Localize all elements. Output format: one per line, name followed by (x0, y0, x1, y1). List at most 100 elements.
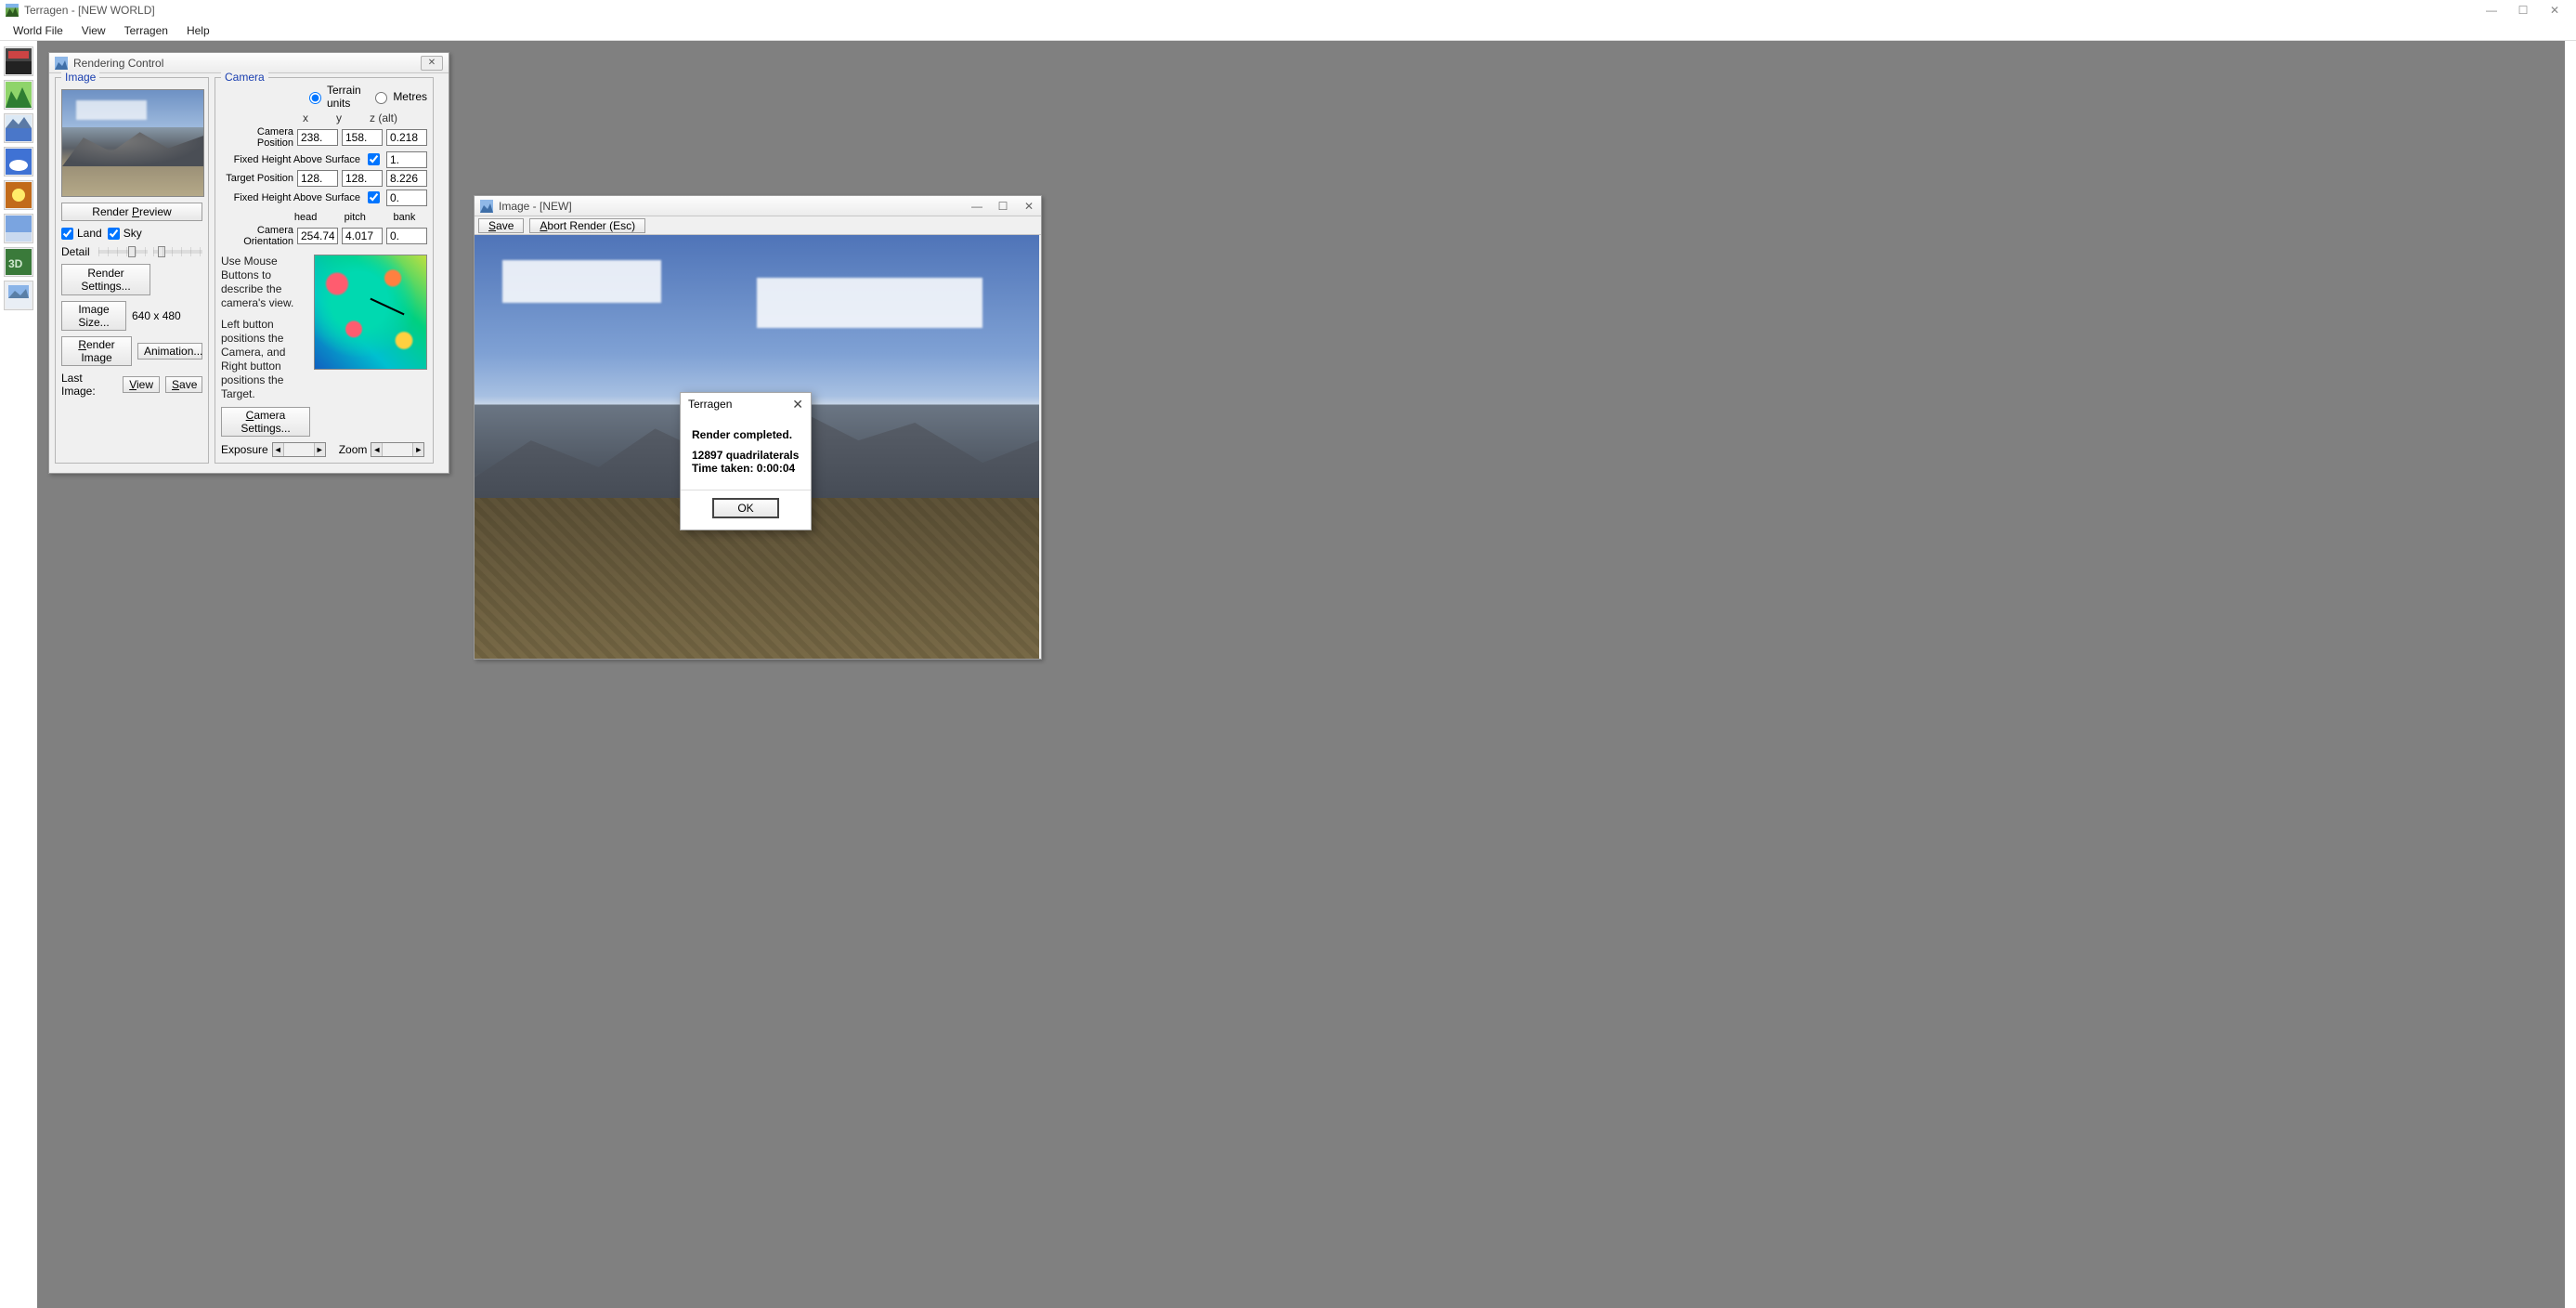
maximize-button[interactable]: ☐ (2507, 2, 2539, 19)
render-complete-dialog: Terragen ✕ Render completed. 12897 quadr… (680, 392, 812, 530)
atmosphere-icon[interactable] (4, 214, 33, 243)
image-size-value: 640 x 480 (132, 309, 181, 322)
detail-label: Detail (61, 245, 93, 258)
map-help-text-2: Left button positions the Camera, and Ri… (221, 318, 308, 401)
animation-button[interactable]: Animation... (137, 343, 202, 360)
land-checkbox[interactable]: Land (61, 227, 102, 240)
rendering-control-title: Rendering Control (73, 57, 163, 70)
rendering-control-close-icon[interactable]: ✕ (421, 56, 443, 71)
render-settings-button[interactable]: Render Settings... (61, 264, 150, 295)
camera-map[interactable] (314, 255, 427, 370)
head-label: head (283, 212, 329, 223)
abort-render-button[interactable]: Abort Render (Esc) (529, 218, 645, 233)
minimize-button[interactable]: — (2476, 2, 2507, 19)
detail-slider-2[interactable] (153, 250, 202, 254)
app-title: Terragen - [NEW WORLD] (24, 4, 155, 17)
image-groupbox: Image Render Preview Land Sky Detail Ren… (55, 77, 209, 464)
camera-orientation-label: Camera Orientation (221, 225, 293, 247)
dialog-message-1: Render completed. (692, 428, 800, 441)
sky-checkbox[interactable]: Sky (108, 227, 142, 240)
image-window-maximize-icon[interactable]: ☐ (996, 200, 1009, 213)
image-window-close-icon[interactable]: ✕ (1022, 200, 1035, 213)
render-preview-button[interactable]: Render Preview (61, 203, 202, 221)
camera-groupbox: Camera Terrain units Metres x y z (alt) … (215, 77, 434, 464)
axis-y-label: y (336, 111, 342, 124)
image-window-minimize-icon[interactable]: — (970, 200, 983, 213)
image-legend: Image (61, 71, 99, 84)
camera-settings-button[interactable]: Camera Settings... (221, 407, 310, 437)
map-help-text-1: Use Mouse Buttons to describe the camera… (221, 255, 308, 310)
left-arrow-icon[interactable]: ◄ (273, 443, 284, 456)
pitch-label: pitch (332, 212, 378, 223)
right-arrow-icon[interactable]: ► (314, 443, 325, 456)
menu-world-file[interactable]: World File (4, 22, 72, 39)
terrain-units-radio[interactable]: Terrain units (305, 84, 361, 110)
camera-legend: Camera (221, 71, 268, 84)
svg-text:3D: 3D (8, 257, 23, 270)
window-icon (55, 57, 68, 70)
orientation-head-input[interactable] (297, 228, 338, 244)
landscape-icon[interactable] (4, 80, 33, 110)
metres-radio[interactable]: Metres (371, 89, 427, 104)
clouds-icon[interactable] (4, 147, 33, 177)
menu-help[interactable]: Help (177, 22, 219, 39)
target-fixed-height-checkbox[interactable] (368, 191, 380, 203)
camera-pos-x-input[interactable] (297, 129, 338, 146)
camera-pos-y-input[interactable] (342, 129, 383, 146)
3d-preview-icon[interactable]: 3D (4, 247, 33, 277)
rendering-control-window: Rendering Control ✕ Image Render Preview… (48, 52, 449, 474)
exposure-label: Exposure (221, 443, 268, 456)
zoom-spinner[interactable]: ◄► (371, 442, 424, 457)
last-image-label: Last Image: (61, 372, 117, 398)
close-button[interactable]: ✕ (2539, 2, 2570, 19)
render-preview-thumbnail (61, 89, 204, 197)
left-arrow-icon[interactable]: ◄ (371, 443, 383, 456)
image-window-titlebar[interactable]: Image - [NEW] — ☐ ✕ (475, 196, 1041, 216)
dialog-ok-button[interactable]: OK (712, 498, 779, 518)
target-pos-y-input[interactable] (342, 170, 383, 187)
camera-fixed-height-label: Fixed Height Above Surface (221, 154, 360, 165)
last-image-view-button[interactable]: View (123, 376, 160, 393)
last-image-save-button[interactable]: Save (165, 376, 202, 393)
target-fixed-height-input[interactable] (386, 190, 427, 206)
zoom-label: Zoom (339, 443, 368, 456)
exposure-spinner[interactable]: ◄► (272, 442, 326, 457)
tool-palette: 3D (2, 45, 35, 312)
dialog-message-2: 12897 quadrilaterals (692, 449, 800, 462)
image-size-button[interactable]: Image Size... (61, 301, 126, 331)
app-logo-icon (6, 4, 19, 17)
orientation-pitch-input[interactable] (342, 228, 383, 244)
detail-slider-1[interactable] (98, 250, 148, 254)
image-save-button[interactable]: Save (478, 218, 524, 233)
render-image-button[interactable]: Render Image (61, 336, 132, 366)
dialog-message-3: Time taken: 0:00:04 (692, 462, 800, 475)
image-icon[interactable] (4, 281, 33, 310)
camera-fixed-height-checkbox[interactable] (368, 153, 380, 165)
image-window-toolbar: Save Abort Render (Esc) (475, 216, 1041, 235)
menubar: World File View Terragen Help (0, 20, 2576, 41)
image-window-title: Image - [NEW] (499, 200, 572, 213)
dialog-titlebar[interactable]: Terragen ✕ (681, 393, 811, 415)
menu-view[interactable]: View (72, 22, 115, 39)
orientation-bank-input[interactable] (386, 228, 427, 244)
app-titlebar: Terragen - [NEW WORLD] — ☐ ✕ (0, 0, 2576, 20)
camera-position-label: Camera Position (221, 126, 293, 149)
bank-label: bank (382, 212, 427, 223)
dialog-title: Terragen (688, 398, 732, 411)
target-pos-z-input[interactable] (386, 170, 427, 187)
target-fixed-height-label: Fixed Height Above Surface (221, 192, 360, 203)
rendering-control-icon[interactable] (4, 46, 33, 76)
camera-pos-z-input[interactable] (386, 129, 427, 146)
camera-fixed-height-input[interactable] (386, 151, 427, 168)
mdi-right-border (2565, 41, 2576, 1308)
right-arrow-icon[interactable]: ► (412, 443, 423, 456)
menu-terragen[interactable]: Terragen (115, 22, 177, 39)
target-position-label: Target Position (221, 173, 293, 184)
sun-icon[interactable] (4, 180, 33, 210)
dialog-close-icon[interactable]: ✕ (792, 397, 803, 412)
mdi-client-area: Rendering Control ✕ Image Render Preview… (37, 41, 2576, 1308)
axis-z-label: z (alt) (370, 111, 397, 124)
target-pos-x-input[interactable] (297, 170, 338, 187)
window-icon (480, 200, 493, 213)
water-icon[interactable] (4, 113, 33, 143)
